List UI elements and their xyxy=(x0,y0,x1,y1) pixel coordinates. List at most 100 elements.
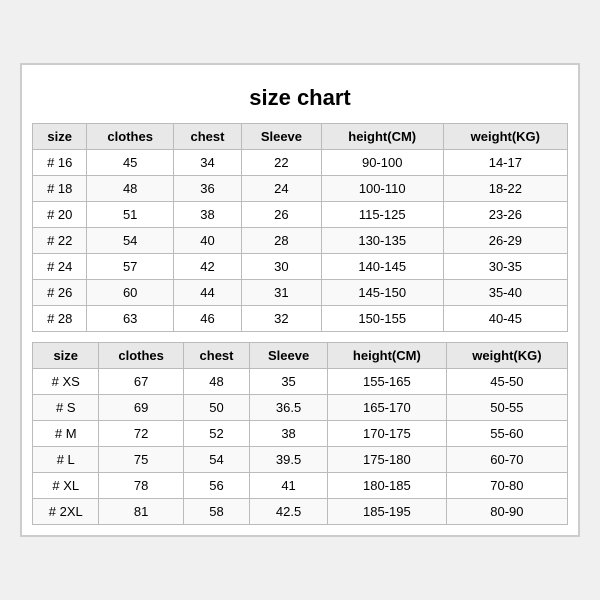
table-cell: # XS xyxy=(33,369,99,395)
table-cell: 50-55 xyxy=(446,395,567,421)
column-header: height(CM) xyxy=(321,124,443,150)
table-cell: 26 xyxy=(242,202,322,228)
column-header: chest xyxy=(173,124,241,150)
table-cell: 42 xyxy=(173,254,241,280)
table-cell: 28 xyxy=(242,228,322,254)
table-cell: 30 xyxy=(242,254,322,280)
table-cell: 39.5 xyxy=(250,447,328,473)
table-cell: 115-125 xyxy=(321,202,443,228)
size-table-2: sizeclotheschestSleeveheight(CM)weight(K… xyxy=(32,342,568,525)
size-chart-card: size chart sizeclotheschestSleeveheight(… xyxy=(20,63,580,537)
table-cell: 45-50 xyxy=(446,369,567,395)
table-cell: 32 xyxy=(242,306,322,332)
table-cell: 90-100 xyxy=(321,150,443,176)
column-header: weight(KG) xyxy=(446,343,567,369)
chart-title: size chart xyxy=(32,75,568,123)
table-cell: 40 xyxy=(173,228,241,254)
table-cell: 51 xyxy=(87,202,173,228)
table-cell: 75 xyxy=(99,447,183,473)
table-cell: 40-45 xyxy=(443,306,567,332)
table-row: # 1645342290-10014-17 xyxy=(33,150,568,176)
table-cell: 60-70 xyxy=(446,447,567,473)
table-cell: 60 xyxy=(87,280,173,306)
table-cell: # 24 xyxy=(33,254,87,280)
table-cell: 23-26 xyxy=(443,202,567,228)
table-cell: 30-35 xyxy=(443,254,567,280)
table-cell: # 22 xyxy=(33,228,87,254)
table-row: # 18483624100-11018-22 xyxy=(33,176,568,202)
table-cell: 38 xyxy=(250,421,328,447)
table-cell: 52 xyxy=(183,421,249,447)
column-header: clothes xyxy=(99,343,183,369)
column-header: size xyxy=(33,124,87,150)
table-cell: 170-175 xyxy=(327,421,446,447)
table-cell: 69 xyxy=(99,395,183,421)
table-cell: 180-185 xyxy=(327,473,446,499)
column-header: Sleeve xyxy=(250,343,328,369)
table-cell: 57 xyxy=(87,254,173,280)
table-cell: 46 xyxy=(173,306,241,332)
table-cell: 54 xyxy=(183,447,249,473)
table-cell: # M xyxy=(33,421,99,447)
table-cell: 165-170 xyxy=(327,395,446,421)
table-cell: 48 xyxy=(183,369,249,395)
column-header: Sleeve xyxy=(242,124,322,150)
column-header: chest xyxy=(183,343,249,369)
table-cell: 50 xyxy=(183,395,249,421)
table-row: # XS674835155-16545-50 xyxy=(33,369,568,395)
table-cell: 185-195 xyxy=(327,499,446,525)
table-cell: 54 xyxy=(87,228,173,254)
table-cell: 55-60 xyxy=(446,421,567,447)
table-cell: 18-22 xyxy=(443,176,567,202)
table-cell: 36 xyxy=(173,176,241,202)
table-cell: # 28 xyxy=(33,306,87,332)
table-row: # M725238170-17555-60 xyxy=(33,421,568,447)
table-row: # 26604431145-15035-40 xyxy=(33,280,568,306)
table-cell: 35-40 xyxy=(443,280,567,306)
column-header: weight(KG) xyxy=(443,124,567,150)
table-row: # XL785641180-18570-80 xyxy=(33,473,568,499)
table-cell: 63 xyxy=(87,306,173,332)
table-cell: 48 xyxy=(87,176,173,202)
table-cell: 14-17 xyxy=(443,150,567,176)
table-cell: # 20 xyxy=(33,202,87,228)
table-row: # S695036.5165-17050-55 xyxy=(33,395,568,421)
table-cell: 22 xyxy=(242,150,322,176)
table-cell: 44 xyxy=(173,280,241,306)
table-cell: # XL xyxy=(33,473,99,499)
table-cell: 58 xyxy=(183,499,249,525)
table-cell: 38 xyxy=(173,202,241,228)
table-cell: 175-180 xyxy=(327,447,446,473)
size-table-1: sizeclotheschestSleeveheight(CM)weight(K… xyxy=(32,123,568,332)
table-cell: 56 xyxy=(183,473,249,499)
table-cell: 145-150 xyxy=(321,280,443,306)
table-cell: 81 xyxy=(99,499,183,525)
table-cell: 26-29 xyxy=(443,228,567,254)
table-cell: # L xyxy=(33,447,99,473)
table-cell: 67 xyxy=(99,369,183,395)
column-header: height(CM) xyxy=(327,343,446,369)
table-cell: 78 xyxy=(99,473,183,499)
table-cell: 42.5 xyxy=(250,499,328,525)
table-cell: 36.5 xyxy=(250,395,328,421)
table-cell: 24 xyxy=(242,176,322,202)
table-cell: 35 xyxy=(250,369,328,395)
table-row: # 2XL815842.5185-19580-90 xyxy=(33,499,568,525)
table-cell: 41 xyxy=(250,473,328,499)
column-header: clothes xyxy=(87,124,173,150)
table-cell: # 26 xyxy=(33,280,87,306)
table-cell: # S xyxy=(33,395,99,421)
table-row: # 24574230140-14530-35 xyxy=(33,254,568,280)
table-cell: 140-145 xyxy=(321,254,443,280)
table-cell: 45 xyxy=(87,150,173,176)
table-row: # 20513826115-12523-26 xyxy=(33,202,568,228)
table-cell: # 18 xyxy=(33,176,87,202)
table-cell: 150-155 xyxy=(321,306,443,332)
table-cell: 80-90 xyxy=(446,499,567,525)
table-cell: # 16 xyxy=(33,150,87,176)
table-row: # 22544028130-13526-29 xyxy=(33,228,568,254)
table-cell: 100-110 xyxy=(321,176,443,202)
table-row: # 28634632150-15540-45 xyxy=(33,306,568,332)
table-cell: 34 xyxy=(173,150,241,176)
table-cell: 70-80 xyxy=(446,473,567,499)
